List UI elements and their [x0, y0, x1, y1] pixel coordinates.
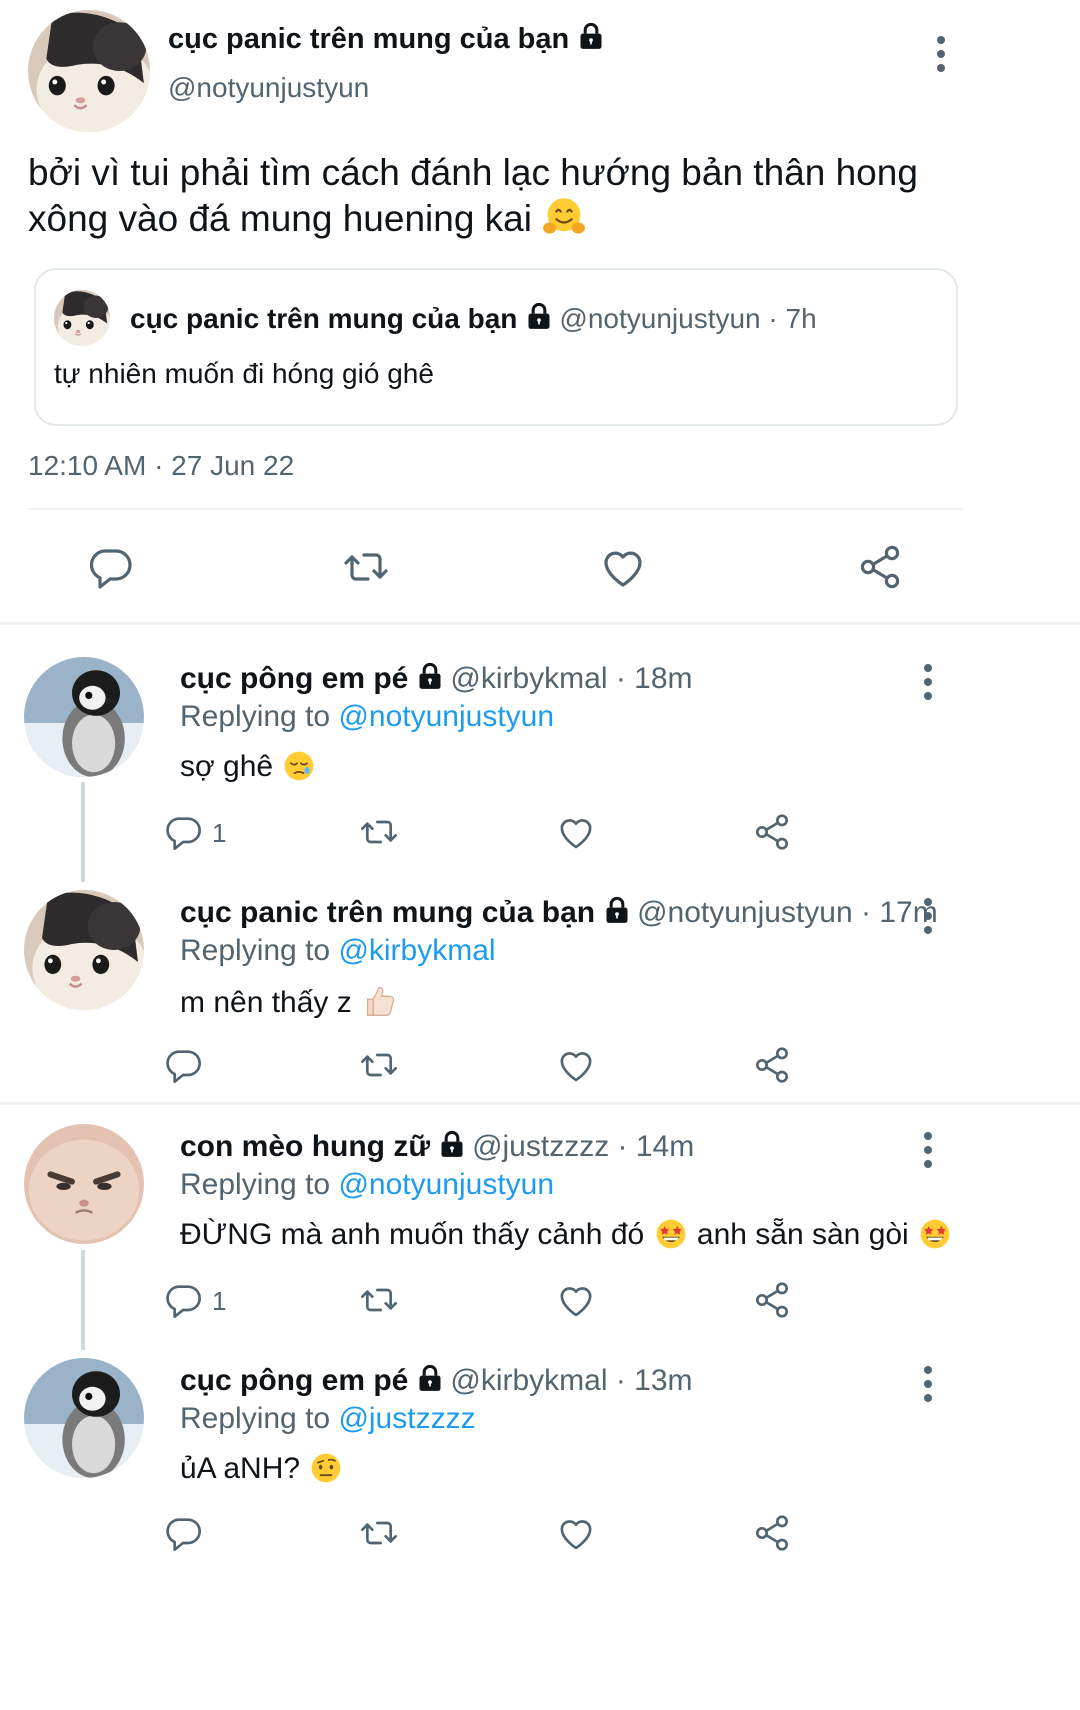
reply-icon[interactable]: [163, 1280, 203, 1320]
share-icon[interactable]: [752, 1045, 792, 1085]
reply-handle[interactable]: @kirbykmal: [450, 1364, 607, 1397]
thumbs-up-emoji: [360, 982, 398, 1020]
reply-author-line: cục pông em pé @kirbykmal · 13m: [180, 1364, 693, 1398]
lock-icon: [525, 302, 553, 330]
lock-icon: [577, 22, 605, 50]
reply-author-name[interactable]: con mèo hung zữ: [180, 1130, 430, 1163]
reply-body: sợ ghê: [180, 750, 274, 783]
retweet-icon[interactable]: [342, 543, 390, 591]
avatar[interactable]: [24, 1124, 144, 1244]
reply-text: ĐỪNG mà anh muốn thấy cảnh đó anh sẵn sà…: [180, 1216, 953, 1252]
reply-text: m nên thấy z: [180, 982, 398, 1020]
reply-text: sợ ghê: [180, 748, 317, 784]
reply-time: · 14m: [617, 1130, 695, 1163]
quoted-author-line: cục panic trên mung của bạn @notyunjustyu…: [130, 302, 817, 335]
reply-author-line: cục panic trên mung của bạn @notyunjustyu…: [180, 896, 938, 930]
reply-icon[interactable]: [163, 1045, 203, 1085]
replying-to-link[interactable]: @notyunjustyun: [338, 1168, 554, 1201]
tweet-text: bởi vì tui phải tìm cách đánh lạc hướng …: [28, 150, 968, 241]
reply-body: ủA aNH?: [180, 1452, 301, 1485]
retweet-icon[interactable]: [359, 1513, 399, 1553]
reply-body: m nên thấy z: [180, 986, 352, 1019]
reply-author-line: cục pông em pé @kirbykmal · 18m: [180, 662, 693, 696]
reply-handle[interactable]: @notyunjustyun: [637, 896, 853, 929]
reply-author-name[interactable]: cục panic trên mung của bạn: [180, 896, 595, 929]
replying-to: Replying to @notyunjustyun: [180, 700, 554, 734]
thread-line: [81, 782, 85, 882]
like-icon[interactable]: [599, 543, 647, 591]
author-handle[interactable]: @notyunjustyun: [168, 72, 369, 104]
avatar[interactable]: [24, 890, 144, 1010]
raised-eyebrow-emoji: [308, 1450, 344, 1486]
reply-icon[interactable]: [86, 543, 134, 591]
lock-icon: [416, 1364, 444, 1392]
like-icon[interactable]: [556, 1045, 596, 1085]
reply-body: ĐỪNG mà anh muốn thấy cảnh đó: [180, 1218, 645, 1251]
share-icon[interactable]: [856, 543, 904, 591]
reply-count: 1: [212, 818, 227, 848]
replying-to-link[interactable]: @kirbykmal: [338, 934, 495, 967]
like-icon[interactable]: [556, 1280, 596, 1320]
share-icon[interactable]: [752, 1280, 792, 1320]
section-divider: [0, 622, 1080, 625]
star-struck-emoji: [917, 1216, 953, 1252]
retweet-icon[interactable]: [359, 1280, 399, 1320]
reply-author-line: con mèo hung zữ @justzzzz · 14m: [180, 1130, 694, 1164]
quoted-time: · 7h: [768, 303, 817, 334]
replying-to: Replying to @justzzzz: [180, 1402, 476, 1436]
like-icon[interactable]: [556, 1513, 596, 1553]
lock-icon: [416, 662, 444, 690]
share-icon[interactable]: [752, 1513, 792, 1553]
reply-author-name[interactable]: cục pông em pé: [180, 1364, 408, 1397]
thread-line: [81, 1250, 85, 1350]
sleepy-face-emoji: [281, 748, 317, 784]
divider: [28, 508, 963, 510]
replying-to-label: Replying to: [180, 700, 331, 733]
reply-body-continued: anh sẵn sàn gòi: [696, 1218, 909, 1251]
share-icon[interactable]: [752, 812, 792, 852]
tweet-timestamp[interactable]: 12:10 AM · 27 Jun 22: [28, 450, 294, 482]
avatar[interactable]: [24, 1358, 144, 1478]
reply-text: ủA aNH?: [180, 1450, 344, 1486]
more-icon[interactable]: [922, 1132, 934, 1174]
replying-to: Replying to @kirbykmal: [180, 934, 496, 968]
retweet-icon[interactable]: [359, 1045, 399, 1085]
replying-to-label: Replying to: [180, 1402, 331, 1435]
reply-handle[interactable]: @kirbykmal: [450, 662, 607, 695]
section-divider: [0, 1102, 1080, 1105]
reply-time: · 18m: [615, 662, 693, 695]
quoted-avatar: [54, 290, 110, 346]
hugging-face-emoji: [542, 195, 586, 239]
reply-handle[interactable]: @justzzzz: [472, 1130, 609, 1163]
author-name[interactable]: cục panic trên mung của bạn: [168, 23, 569, 55]
quoted-author-name: cục panic trên mung của bạn: [130, 303, 518, 334]
star-struck-emoji: [653, 1216, 689, 1252]
avatar[interactable]: [28, 10, 150, 132]
like-icon[interactable]: [556, 812, 596, 852]
replying-to-link[interactable]: @justzzzz: [338, 1402, 475, 1435]
more-icon[interactable]: [922, 1366, 934, 1408]
replying-to-label: Replying to: [180, 934, 331, 967]
reply-icon[interactable]: [163, 1513, 203, 1553]
reply-time: · 13m: [615, 1364, 693, 1397]
lock-icon: [438, 1130, 466, 1158]
quoted-text: tự nhiên muốn đi hóng gió ghê: [54, 358, 434, 389]
more-icon[interactable]: [922, 898, 934, 940]
avatar[interactable]: [24, 657, 144, 777]
reply-author-name[interactable]: cục pông em pé: [180, 662, 408, 695]
reply-icon[interactable]: [163, 812, 203, 852]
reply-count: 1: [212, 1286, 227, 1316]
lock-icon: [603, 896, 631, 924]
quoted-handle: @notyunjustyun: [559, 303, 761, 334]
author-line: cục panic trên mung của bạn: [168, 22, 611, 56]
tweet-body: bởi vì tui phải tìm cách đánh lạc hướng …: [28, 152, 918, 239]
replying-to-link[interactable]: @notyunjustyun: [338, 700, 554, 733]
more-icon[interactable]: [922, 664, 934, 706]
more-icon[interactable]: [935, 36, 947, 78]
retweet-icon[interactable]: [359, 812, 399, 852]
replying-to-label: Replying to: [180, 1168, 331, 1201]
quoted-tweet[interactable]: cục panic trên mung của bạn @notyunjustyu…: [34, 268, 958, 426]
replying-to: Replying to @notyunjustyun: [180, 1168, 554, 1202]
